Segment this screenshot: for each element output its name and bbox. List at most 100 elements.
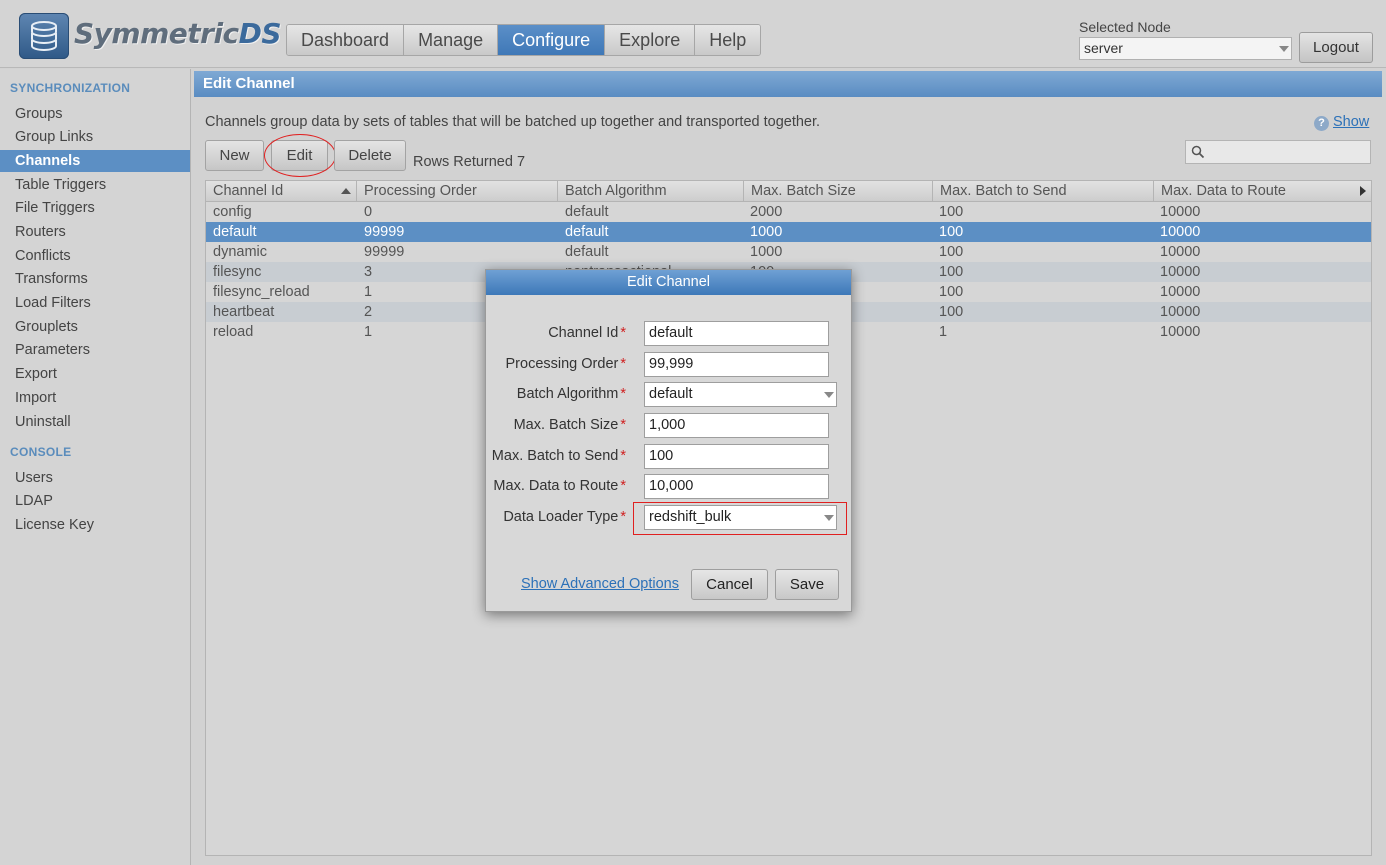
sidebar-item-routers[interactable]: Routers <box>0 221 190 243</box>
field-label-text: Data Loader Type <box>503 509 619 525</box>
batch-algorithm-value: default <box>649 386 693 402</box>
cell-max-batch-to-send: 100 <box>939 224 964 240</box>
cell-channel-id: filesync <box>213 264 262 280</box>
sidebar-item-import[interactable]: Import <box>0 387 190 409</box>
symmetricds-logo[interactable]: SymmetricDS <box>19 13 282 59</box>
cell-batch-algorithm: default <box>565 204 609 220</box>
selected-node-value: server <box>1084 40 1123 56</box>
dialog-title[interactable]: Edit Channel <box>486 270 851 295</box>
sidebar-item-group-links[interactable]: Group Links <box>0 126 190 148</box>
field-label-data-loader-type: Data Loader Type * <box>486 509 626 525</box>
search-icon <box>1191 145 1205 159</box>
nav-explore[interactable]: Explore <box>605 25 696 55</box>
cell-batch-algorithm: default <box>565 244 609 260</box>
cell-channel-id: heartbeat <box>213 304 275 320</box>
sidebar-item-load-filters[interactable]: Load Filters <box>0 292 190 314</box>
sidebar-item-export[interactable]: Export <box>0 363 190 385</box>
field-label-text: Channel Id <box>548 325 619 341</box>
required-marker: * <box>620 478 626 494</box>
chevron-down-icon <box>824 392 834 398</box>
max-batch-to-send-input[interactable]: 100 <box>644 444 829 469</box>
selected-node-dropdown[interactable]: server <box>1079 37 1292 60</box>
table-row[interactable]: config 0 default 2000 100 10000 <box>206 202 1371 222</box>
channel-id-input[interactable]: default <box>644 321 829 346</box>
column-header-processing-order[interactable]: Processing Order <box>357 181 558 201</box>
field-label-text: Max. Batch Size <box>513 417 619 433</box>
field-label-max-data-to-route: Max. Data to Route * <box>486 478 626 494</box>
column-header-max-data-to-route[interactable]: Max. Data to Route <box>1154 181 1371 201</box>
field-label-batch-algorithm: Batch Algorithm * <box>486 386 626 402</box>
panel-title: Edit Channel <box>194 71 1382 97</box>
required-marker: * <box>620 448 626 464</box>
cell-max-data-to-route: 10000 <box>1160 284 1201 300</box>
edit-channel-dialog: Edit Channel Channel Id * default Process… <box>485 269 852 612</box>
cell-channel-id: filesync_reload <box>213 284 310 300</box>
sidebar-section-synchronization: SYNCHRONIZATION <box>10 81 131 95</box>
field-label-max-batch-to-send: Max. Batch to Send * <box>486 448 626 464</box>
max-batch-size-input[interactable]: 1,000 <box>644 413 829 438</box>
save-button[interactable]: Save <box>775 569 839 600</box>
show-advanced-options-link[interactable]: Show Advanced Options <box>521 576 679 592</box>
delete-button[interactable]: Delete <box>334 140 406 171</box>
logo-text: SymmetricDS <box>74 17 282 50</box>
table-row-selected[interactable]: default 99999 default 1000 100 10000 <box>206 222 1371 242</box>
cell-channel-id: reload <box>213 324 254 340</box>
field-label-processing-order: Processing Order * <box>486 356 626 372</box>
cell-batch-algorithm: default <box>565 224 609 240</box>
cell-processing-order: 2 <box>364 304 373 320</box>
cell-max-batch-size: 1000 <box>750 224 783 240</box>
sidebar-item-ldap[interactable]: LDAP <box>0 490 190 512</box>
chevron-down-icon <box>1279 46 1289 52</box>
cell-processing-order: 0 <box>364 204 373 220</box>
sidebar-item-conflicts[interactable]: Conflicts <box>0 245 190 267</box>
cell-processing-order: 3 <box>364 264 373 280</box>
batch-algorithm-select[interactable]: default <box>644 382 837 407</box>
sidebar-item-table-triggers[interactable]: Table Triggers <box>0 174 190 196</box>
cell-max-batch-to-send: 100 <box>939 244 964 260</box>
search-input[interactable] <box>1185 140 1371 164</box>
show-help-link[interactable]: Show <box>1333 114 1369 130</box>
sidebar-item-grouplets[interactable]: Grouplets <box>0 316 190 338</box>
cell-max-data-to-route: 10000 <box>1160 224 1201 240</box>
sidebar-item-channels[interactable]: Channels <box>0 150 190 172</box>
nav-manage[interactable]: Manage <box>404 25 499 55</box>
cell-max-batch-to-send: 100 <box>939 304 964 320</box>
sidebar-section-console: CONSOLE <box>10 445 72 459</box>
nav-help[interactable]: Help <box>695 25 761 55</box>
column-header-max-batch-to-send[interactable]: Max. Batch to Send <box>933 181 1154 201</box>
required-marker: * <box>620 325 626 341</box>
sidebar-item-uninstall[interactable]: Uninstall <box>0 411 190 433</box>
sidebar-item-transforms[interactable]: Transforms <box>0 268 190 290</box>
sidebar-item-file-triggers[interactable]: File Triggers <box>0 197 190 219</box>
cell-processing-order: 99999 <box>364 224 405 240</box>
logout-button[interactable]: Logout <box>1299 32 1373 63</box>
column-header-channel-id[interactable]: Channel Id <box>206 181 357 201</box>
new-button[interactable]: New <box>205 140 264 171</box>
cell-channel-id: default <box>213 224 257 240</box>
required-marker: * <box>620 356 626 372</box>
max-data-to-route-input[interactable]: 10,000 <box>644 474 829 499</box>
table-row[interactable]: dynamic 99999 default 1000 100 10000 <box>206 242 1371 262</box>
sidebar-item-users[interactable]: Users <box>0 467 190 489</box>
grid-header: Channel Id Processing Order Batch Algori… <box>206 181 1371 202</box>
required-marker: * <box>620 509 626 525</box>
column-header-batch-algorithm[interactable]: Batch Algorithm <box>558 181 744 201</box>
column-header-max-batch-size[interactable]: Max. Batch Size <box>744 181 933 201</box>
nav-configure[interactable]: Configure <box>498 25 606 55</box>
nav-dashboard[interactable]: Dashboard <box>287 25 405 55</box>
help-icon[interactable]: ? <box>1314 116 1329 131</box>
sidebar-item-license-key[interactable]: License Key <box>0 514 190 536</box>
cell-processing-order: 99999 <box>364 244 405 260</box>
cancel-button[interactable]: Cancel <box>691 569 768 600</box>
cell-max-data-to-route: 10000 <box>1160 324 1201 340</box>
required-marker: * <box>620 386 626 402</box>
sidebar-item-parameters[interactable]: Parameters <box>0 339 190 361</box>
sidebar-item-groups[interactable]: Groups <box>0 103 190 125</box>
cell-max-data-to-route: 10000 <box>1160 304 1201 320</box>
processing-order-input[interactable]: 99,999 <box>644 352 829 377</box>
scroll-right-icon[interactable] <box>1360 186 1366 196</box>
field-label-channel-id: Channel Id * <box>486 325 626 341</box>
cell-max-batch-to-send: 100 <box>939 284 964 300</box>
field-label-text: Batch Algorithm <box>516 386 619 402</box>
top-navigation: Dashboard Manage Configure Explore Help <box>286 24 762 56</box>
